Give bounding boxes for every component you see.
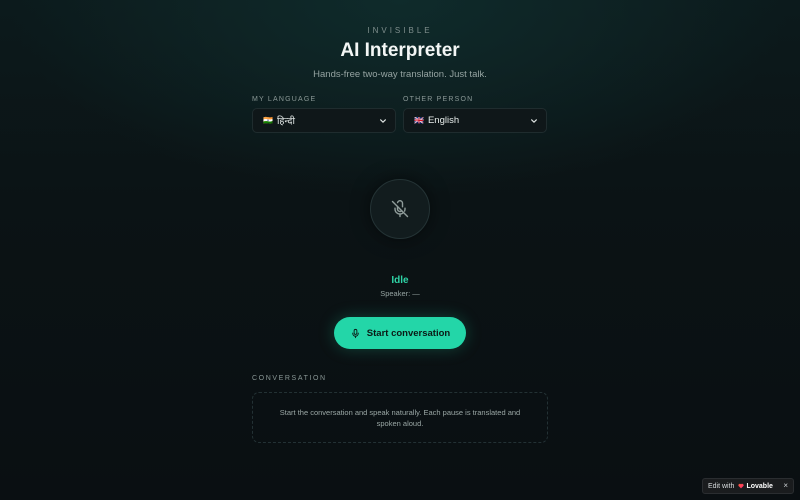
my-language-select[interactable]: 🇮🇳 हिन्दी (252, 108, 396, 133)
india-flag-icon: 🇮🇳 (263, 116, 273, 125)
status-text: Idle (391, 275, 409, 286)
my-language-value: हिन्दी (276, 116, 295, 127)
other-language-label: OTHER PERSON (403, 96, 474, 103)
my-language-group: MY LANGUAGE 🇮🇳 हिन्दी (252, 96, 396, 133)
edit-with-lovable-badge[interactable]: Edit with Lovable × (702, 478, 794, 494)
close-icon[interactable]: × (783, 481, 788, 490)
chevron-down-icon (380, 119, 386, 123)
brand-label: INVISIBLE (367, 26, 433, 35)
conversation-panel: Start the conversation and speak natural… (252, 392, 548, 443)
conversation-empty-text: Start the conversation and speak natural… (279, 407, 521, 428)
lovable-heart-icon (738, 483, 745, 489)
other-language-value: English (427, 115, 460, 126)
other-language-select[interactable]: 🇬🇧 English (403, 108, 547, 133)
start-conversation-button[interactable]: Start conversation (334, 317, 466, 349)
mic-toggle-button[interactable] (370, 179, 430, 239)
mic-icon (352, 328, 359, 338)
badge-brand: Lovable (746, 482, 773, 490)
mic-off-icon (391, 200, 409, 218)
my-language-label: MY LANGUAGE (252, 96, 317, 103)
chevron-down-icon (531, 119, 537, 123)
conversation-heading: CONVERSATION (252, 375, 327, 382)
page-subtitle: Hands-free two-way translation. Just tal… (313, 69, 487, 80)
other-language-group: OTHER PERSON 🇬🇧 English (403, 96, 547, 133)
badge-prefix: Edit with (708, 482, 735, 490)
start-conversation-label: Start conversation (366, 327, 451, 339)
speaker-text: Speaker: — (380, 289, 420, 298)
page-title: AI Interpreter (340, 40, 460, 61)
uk-flag-icon: 🇬🇧 (414, 116, 424, 125)
